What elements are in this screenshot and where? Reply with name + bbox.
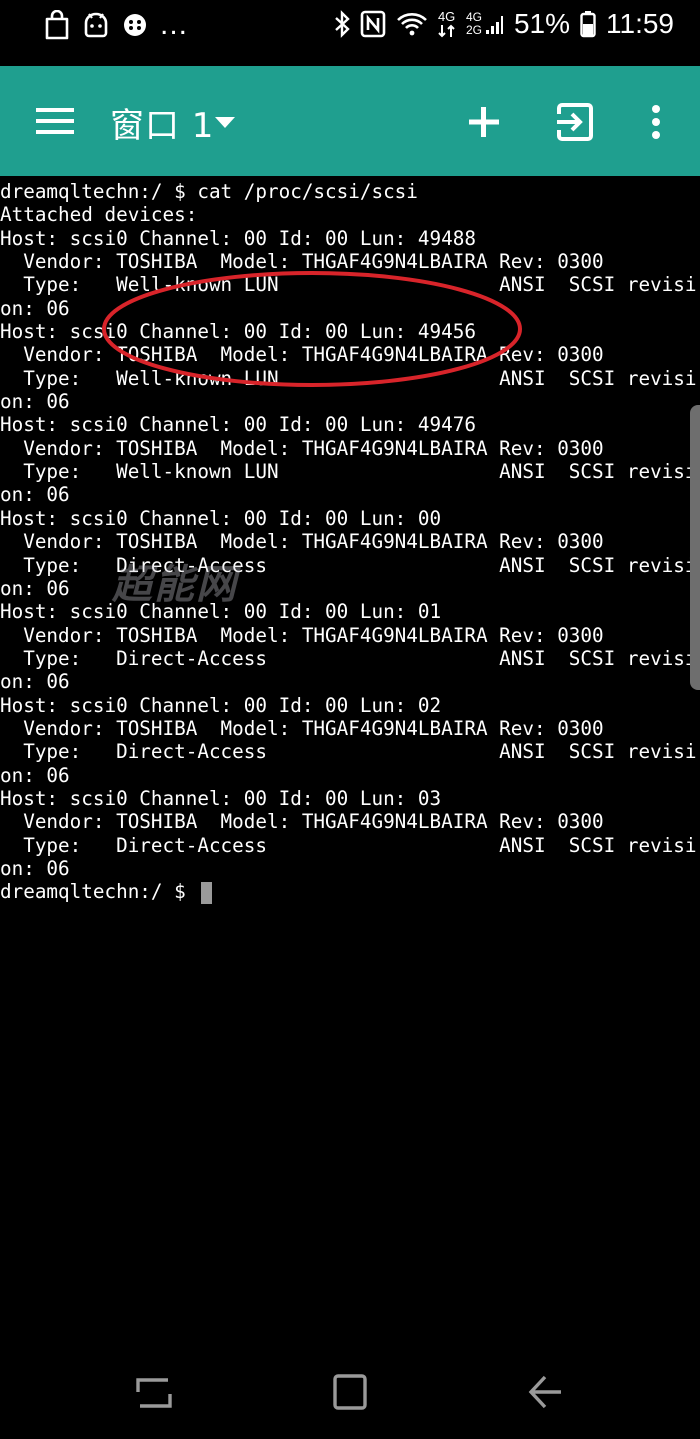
terminal-line: Vendor: TOSHIBA Model: THGAF4G9N4LBAIRA …: [0, 716, 604, 740]
recent-apps-icon[interactable]: [134, 1372, 174, 1412]
terminal-line: on: 06: [0, 296, 70, 320]
terminal-line: Host: scsi0 Channel: 00 Id: 00 Lun: 02: [0, 693, 442, 717]
terminal-line: Vendor: TOSHIBA Model: THGAF4G9N4LBAIRA …: [0, 436, 604, 460]
watermark: 超能网: [112, 562, 238, 608]
notification-icons: ...: [44, 10, 188, 40]
wifi-icon: [396, 11, 428, 37]
menu-icon[interactable]: [36, 106, 74, 136]
terminal-line: Host: scsi0 Channel: 00 Id: 00 Lun: 4947…: [0, 413, 476, 437]
terminal-line: Vendor: TOSHIBA Model: THGAF4G9N4LBAIRA …: [0, 623, 604, 647]
terminal-line: Type: Direct-Access ANSI SCSI revisi: [0, 553, 697, 577]
terminal-line: on: 06: [0, 576, 70, 600]
back-icon[interactable]: [525, 1372, 565, 1412]
terminal-line: Type: Direct-Access ANSI SCSI revisi: [0, 646, 697, 670]
terminal-line: on: 06: [0, 763, 70, 787]
battery-icon: [580, 10, 596, 38]
shopping-bag-icon: [44, 10, 70, 40]
terminal-line: Type: Direct-Access ANSI SCSI revisi: [0, 833, 697, 857]
window-selector[interactable]: 窗口 1: [110, 98, 214, 147]
terminal-lines: dreamqltechn:/ $ cat /proc/scsi/scsi Atta…: [0, 180, 700, 880]
status-bar: ... 4G 4G 2G 51% 11:59: [0, 0, 700, 66]
chevron-down-icon[interactable]: [215, 117, 235, 128]
more-icon[interactable]: [650, 104, 662, 140]
home-icon[interactable]: [330, 1372, 370, 1412]
clock: 11:59: [606, 8, 674, 39]
terminal-line: on: 06: [0, 483, 70, 507]
terminal-prompt-line[interactable]: dreamqltechn:/ $: [0, 880, 700, 904]
nfc-icon: [360, 10, 386, 38]
terminal-output[interactable]: dreamqltechn:/ $ cat /proc/scsi/scsi Atta…: [0, 180, 700, 1340]
exit-icon[interactable]: [555, 102, 595, 142]
terminal-line: Host: scsi0 Channel: 00 Id: 00 Lun: 03: [0, 786, 442, 810]
terminal-line: Vendor: TOSHIBA Model: THGAF4G9N4LBAIRA …: [0, 343, 604, 367]
terminal-line: Type: Well-known LUN ANSI SCSI revisi: [0, 366, 697, 390]
add-icon[interactable]: [464, 102, 504, 142]
terminal-line: Host: scsi0 Channel: 00 Id: 00 Lun: 01: [0, 600, 442, 624]
network-4g-icon: 4G: [438, 10, 456, 38]
terminal-line: on: 06: [0, 856, 70, 880]
scrollbar-handle[interactable]: [690, 405, 700, 690]
navigation-bar: [0, 1350, 700, 1439]
dual-sim-signal-icon: 4G 2G: [466, 11, 504, 37]
system-icons: 4G 4G 2G 51% 11:59: [334, 8, 674, 40]
game-tools-icon: [122, 12, 148, 38]
terminal-line: dreamqltechn:/ $ cat /proc/scsi/scsi: [0, 180, 418, 203]
terminal-line: Vendor: TOSHIBA Model: THGAF4G9N4LBAIRA …: [0, 250, 604, 274]
android-icon: [82, 11, 110, 39]
prompt: dreamqltechn:/ $: [0, 880, 198, 904]
terminal-line: Type: Well-known LUN ANSI SCSI revisi: [0, 273, 697, 297]
terminal-line: Host: scsi0 Channel: 00 Id: 00 Lun: 4948…: [0, 226, 476, 250]
terminal-line: on: 06: [0, 390, 70, 414]
terminal-cursor: [201, 881, 213, 904]
terminal-line: Type: Direct-Access ANSI SCSI revisi: [0, 740, 697, 764]
terminal-line: Type: Well-known LUN ANSI SCSI revisi: [0, 460, 697, 484]
terminal-line: Host: scsi0 Channel: 00 Id: 00 Lun: 4945…: [0, 320, 476, 344]
terminal-line: Host: scsi0 Channel: 00 Id: 00 Lun: 00: [0, 506, 442, 530]
terminal-line: Vendor: TOSHIBA Model: THGAF4G9N4LBAIRA …: [0, 530, 604, 554]
bluetooth-icon: [334, 10, 350, 38]
terminal-line: Attached devices:: [0, 203, 198, 227]
battery-percent: 51%: [513, 8, 570, 39]
app-bar: 窗口 1: [0, 66, 700, 176]
terminal-line: on: 06: [0, 670, 70, 694]
more-notifications: ...: [160, 8, 189, 41]
terminal-line: Vendor: TOSHIBA Model: THGAF4G9N4LBAIRA …: [0, 810, 604, 834]
